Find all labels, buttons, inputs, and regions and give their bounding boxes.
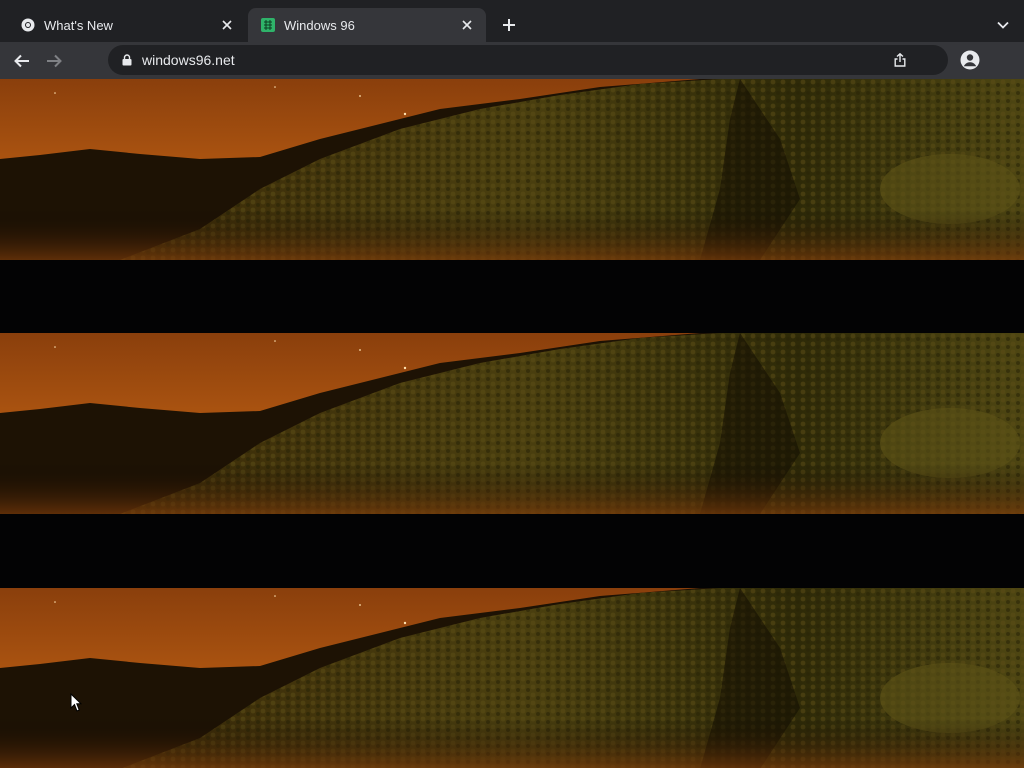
close-tab-icon[interactable] bbox=[458, 16, 476, 34]
night-hill-wallpaper bbox=[0, 333, 1024, 514]
tab-title: What's New bbox=[44, 17, 113, 33]
arrow-right-icon bbox=[47, 54, 62, 68]
windows96-icon bbox=[260, 17, 276, 33]
tab-windows-96[interactable]: Windows 96 bbox=[248, 8, 486, 42]
chevron-down-icon bbox=[997, 21, 1009, 29]
plus-icon bbox=[503, 19, 515, 31]
browser-toolbar: windows96.net bbox=[0, 42, 1024, 79]
back-button[interactable] bbox=[9, 48, 35, 74]
night-hill-wallpaper bbox=[0, 588, 1024, 768]
tab-strip: What's New Windows 96 bbox=[0, 0, 1024, 42]
new-tab-button[interactable] bbox=[498, 14, 520, 36]
tab-title: Windows 96 bbox=[284, 17, 355, 33]
lock-icon[interactable] bbox=[120, 53, 134, 67]
mouse-cursor-icon bbox=[70, 693, 82, 712]
page-content[interactable] bbox=[0, 79, 1024, 768]
wallpaper-band bbox=[0, 79, 1024, 260]
url-text[interactable]: windows96.net bbox=[142, 52, 890, 68]
address-bar[interactable]: windows96.net bbox=[108, 45, 948, 75]
profile-button[interactable] bbox=[958, 48, 982, 72]
tab-search-button[interactable] bbox=[992, 14, 1014, 36]
wallpaper-band bbox=[0, 588, 1024, 768]
person-icon bbox=[960, 50, 980, 70]
chrome-icon bbox=[20, 17, 36, 33]
share-icon[interactable] bbox=[890, 50, 910, 70]
close-tab-icon[interactable] bbox=[218, 16, 236, 34]
forward-button[interactable] bbox=[41, 48, 67, 74]
night-hill-wallpaper bbox=[0, 79, 1024, 260]
tab-whats-new[interactable]: What's New bbox=[8, 8, 246, 42]
arrow-left-icon bbox=[14, 54, 29, 68]
wallpaper-band bbox=[0, 333, 1024, 514]
